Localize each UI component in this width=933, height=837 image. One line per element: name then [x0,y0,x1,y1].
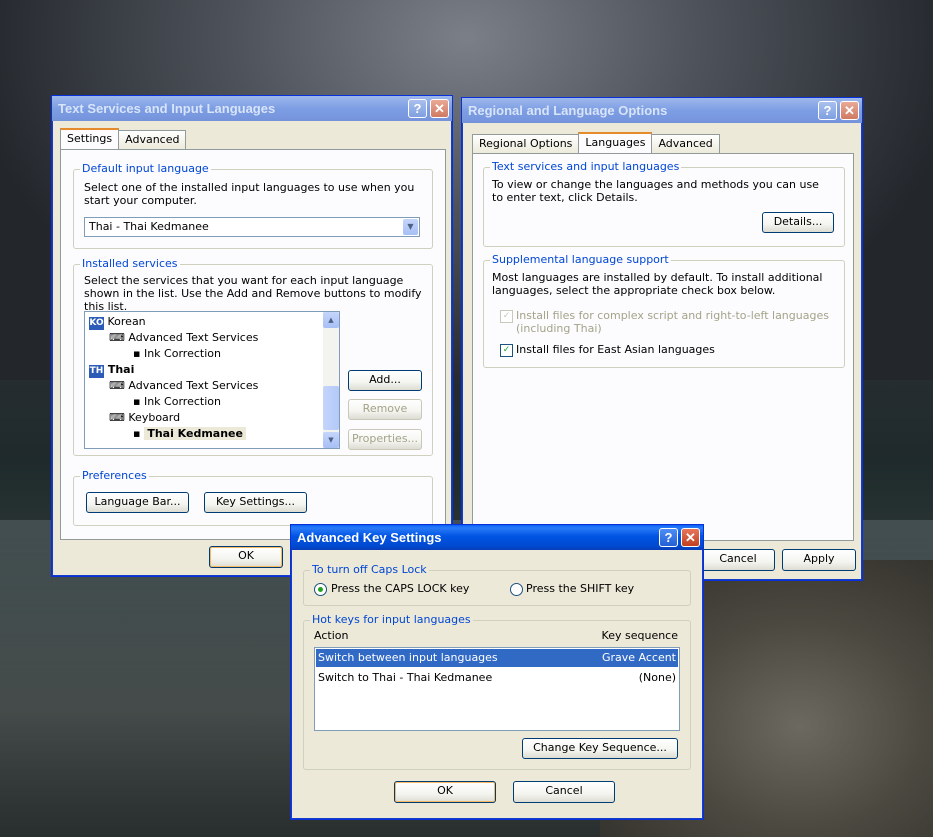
services-tree[interactable]: KO Korean ⌨ Advanced Text Services ▪ Ink… [84,311,340,449]
group-label: Default input language [80,162,211,175]
keyboard-icon: ⌨ [109,411,125,424]
ok-button[interactable]: OK [394,781,496,803]
tree-item-advanced-text-services[interactable]: ⌨ Advanced Text Services [109,378,258,393]
shift-radio[interactable] [510,583,523,596]
help-icon[interactable]: ? [659,528,678,547]
properties-button[interactable]: Properties... [348,429,422,450]
bullet-icon: ▪ [133,347,141,360]
thai-language-icon: TH [89,365,104,378]
tree-scrollbar[interactable]: ▲ ▼ [323,312,339,448]
text-services-window: Text Services and Input Languages ? ✕ Se… [51,95,453,577]
group-label: Preferences [80,469,149,482]
east-asian-checkbox[interactable]: ✓ [500,344,513,357]
text-services-icon: ⌨ [109,379,125,392]
window-title: Advanced Key Settings [297,530,442,545]
list-item[interactable]: Switch between input languages Grave Acc… [316,649,678,667]
tree-item-thai-kedmanee[interactable]: ▪ Thai Kedmanee [133,426,246,441]
key-settings-button[interactable]: Key Settings... [204,492,307,513]
korean-language-icon: KO [89,317,104,330]
change-key-sequence-button[interactable]: Change Key Sequence... [522,738,678,759]
column-header-action: Action [314,629,349,642]
default-input-desc: Select one of the installed input langua… [84,181,415,207]
tab-regional-options[interactable]: Regional Options [472,134,580,154]
shift-label: Press the SHIFT key [526,582,635,595]
caps-lock-label: Press the CAPS LOCK key [331,582,470,595]
tree-item-korean[interactable]: KO Korean [89,314,146,330]
settings-panel: Default input language Select one of the… [60,149,446,540]
window-title: Text Services and Input Languages [58,101,276,116]
chevron-down-icon[interactable]: ▼ [403,219,418,235]
close-icon[interactable]: ✕ [681,528,700,547]
help-icon[interactable]: ? [818,101,837,120]
preferences-group: Preferences Language Bar... Key Settings… [73,469,433,526]
text-services-group: Text services and input languages To vie… [483,160,845,247]
caps-lock-radio[interactable] [314,583,327,596]
regional-titlebar[interactable]: Regional and Language Options ? ✕ [462,98,862,123]
tab-advanced[interactable]: Advanced [118,130,187,150]
bullet-icon: ▪ [133,395,141,408]
group-label: Text services and input languages [490,160,682,173]
tree-item-keyboard[interactable]: ⌨ Keyboard [109,410,180,425]
east-asian-label: Install files for East Asian languages [516,343,715,356]
bullet-icon: ▪ [133,427,141,440]
tab-advanced[interactable]: Advanced [651,134,720,154]
complex-script-label: Install files for complex script and rig… [516,309,829,335]
group-label: Supplemental language support [490,253,671,266]
installed-services-group: Installed services Select the services t… [73,257,433,456]
tree-item-ink-correction[interactable]: ▪ Ink Correction [133,394,221,409]
tab-settings[interactable]: Settings [60,128,120,151]
list-item[interactable]: Switch to Thai - Thai Kedmanee (None) [316,669,678,687]
complex-script-checkbox[interactable]: ✓ [500,310,513,323]
hotkeys-list[interactable]: Switch between input languages Grave Acc… [314,647,680,731]
text-services-desc: To view or change the languages and meth… [492,178,819,204]
scroll-up-icon[interactable]: ▲ [323,312,339,328]
tab-languages[interactable]: Languages [578,132,653,155]
default-language-select[interactable]: Thai - Thai Kedmanee ▼ [84,217,420,237]
scroll-thumb[interactable] [323,386,339,430]
column-header-key-sequence: Key sequence [601,629,678,642]
tree-item-advanced-text-services[interactable]: ⌨ Advanced Text Services [109,330,258,345]
text-services-icon: ⌨ [109,331,125,344]
default-input-group: Default input language Select one of the… [73,162,433,249]
scroll-down-icon[interactable]: ▼ [323,432,339,448]
tree-item-ink-correction[interactable]: ▪ Ink Correction [133,346,221,361]
caps-lock-group: To turn off Caps Lock Press the CAPS LOC… [303,563,691,606]
apply-button[interactable]: Apply [782,549,856,571]
installed-desc: Select the services that you want for ea… [84,274,422,313]
add-button[interactable]: Add... [348,370,422,391]
help-icon[interactable]: ? [408,99,427,118]
text-services-titlebar[interactable]: Text Services and Input Languages ? ✕ [52,96,452,121]
supplemental-group: Supplemental language support Most langu… [483,253,845,368]
regional-options-window: Regional and Language Options ? ✕ Region… [461,97,863,581]
supplemental-desc: Most languages are installed by default.… [492,271,823,297]
languages-panel: Text services and input languages To vie… [472,153,854,541]
close-icon[interactable]: ✕ [430,99,449,118]
tree-item-thai[interactable]: TH Thai [89,362,134,378]
group-label: Hot keys for input languages [310,613,473,626]
remove-button[interactable]: Remove [348,399,422,420]
close-icon[interactable]: ✕ [840,101,859,120]
language-bar-button[interactable]: Language Bar... [86,492,189,513]
group-label: Installed services [80,257,180,270]
details-button[interactable]: Details... [762,212,834,233]
ok-button[interactable]: OK [209,546,283,568]
window-title: Regional and Language Options [468,103,668,118]
cancel-button[interactable]: Cancel [701,549,775,571]
cancel-button[interactable]: Cancel [513,781,615,803]
advanced-key-settings-window: Advanced Key Settings ? ✕ To turn off Ca… [290,524,704,820]
hotkeys-group: Hot keys for input languages Action Key … [303,613,691,770]
advanced-key-titlebar[interactable]: Advanced Key Settings ? ✕ [291,525,703,550]
group-label: To turn off Caps Lock [310,563,429,576]
